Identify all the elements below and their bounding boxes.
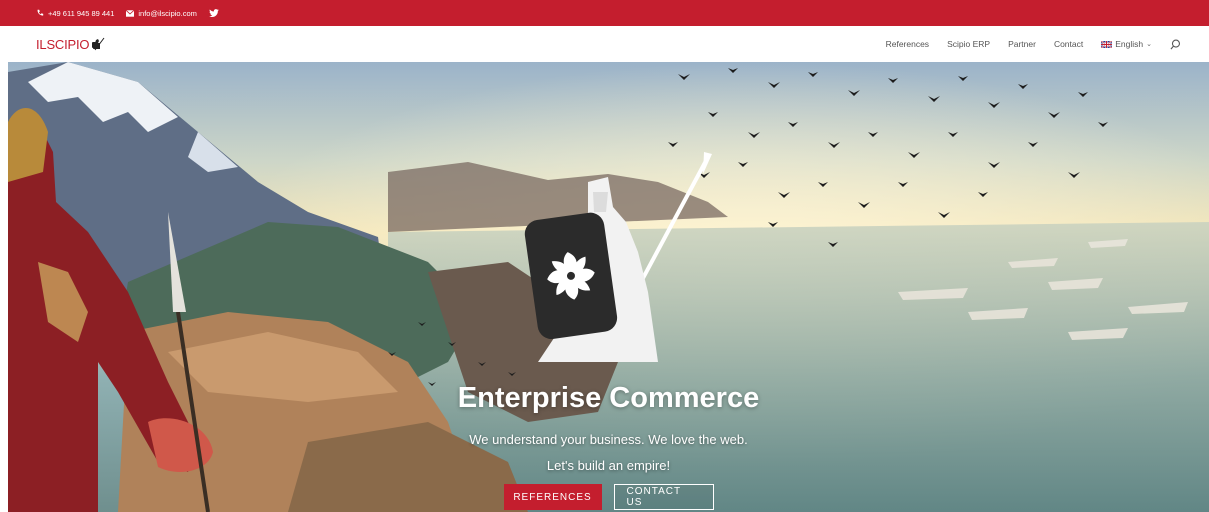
chevron-down-icon: ⌄: [1146, 41, 1152, 48]
main-nav: References Scipio ERP Partner Contact En…: [886, 39, 1181, 50]
hero-subtitle-2: Let's build an empire!: [546, 458, 671, 473]
uk-flag-icon: [1101, 40, 1113, 48]
phone-number: +49 611 945 89 441: [48, 8, 115, 18]
email-link[interactable]: info@ilscipio.com: [126, 8, 197, 18]
top-contact-bar: +49 611 945 89 441 info@ilscipio.com: [0, 0, 1209, 26]
hero-subtitle-1: We understand your business. We love the…: [469, 432, 748, 447]
twitter-link[interactable]: [209, 9, 219, 17]
site-logo[interactable]: ILSCIPIO: [36, 37, 105, 52]
nav-references[interactable]: References: [886, 39, 929, 49]
search-icon[interactable]: [1170, 39, 1181, 50]
nav-partner[interactable]: Partner: [1008, 39, 1036, 49]
spartan-logo-icon: [92, 37, 105, 51]
phone-link[interactable]: +49 611 945 89 441: [36, 9, 114, 18]
language-switcher[interactable]: English ⌄: [1101, 39, 1152, 49]
nav-contact[interactable]: Contact: [1054, 39, 1083, 49]
hero-title: Enterprise Commerce: [457, 382, 760, 414]
mail-icon: [126, 9, 135, 17]
nav-scipio-erp[interactable]: Scipio ERP: [947, 39, 990, 49]
logo-text: ILSCIPIO: [36, 36, 90, 52]
references-button[interactable]: REFERENCES: [503, 484, 602, 510]
site-header: ILSCIPIO References Scipio ERP Partner C…: [0, 26, 1209, 62]
phone-icon: [37, 9, 44, 16]
email-address: info@ilscipio.com: [138, 8, 197, 18]
language-label: English: [1115, 39, 1144, 49]
hero-buttons: REFERENCES CONTACT US: [8, 484, 1209, 510]
hero-banner: Enterprise Commerce We understand your b…: [8, 62, 1209, 512]
twitter-icon: [209, 9, 219, 17]
spartan-warrior-logo-icon: [524, 152, 712, 362]
contact-us-button[interactable]: CONTACT US: [613, 484, 714, 510]
